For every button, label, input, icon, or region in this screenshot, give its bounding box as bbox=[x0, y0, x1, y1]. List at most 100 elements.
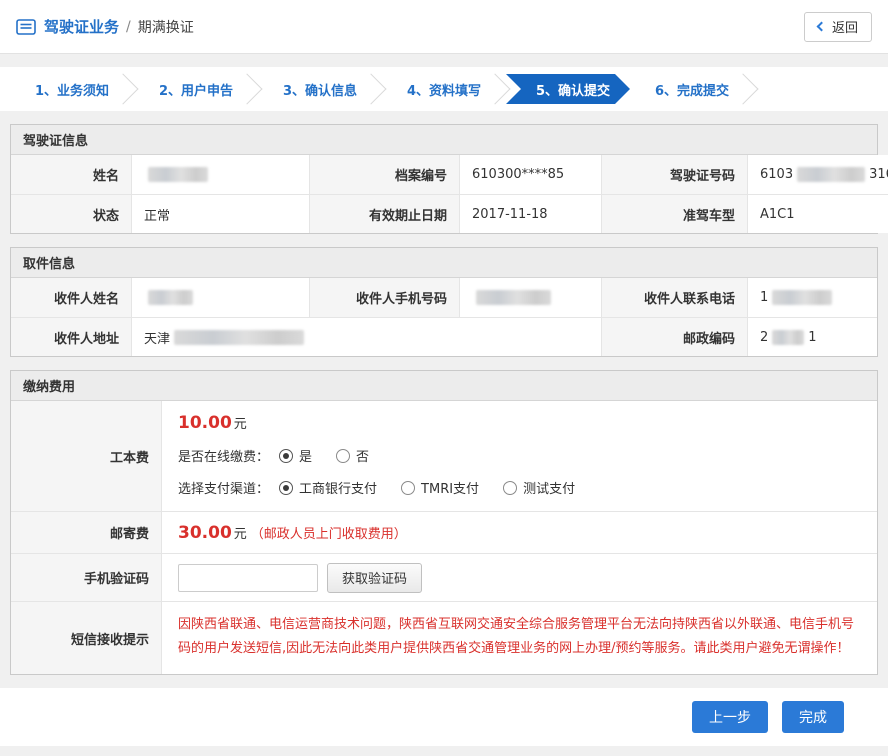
status-label: 状态 bbox=[11, 194, 131, 233]
radio-unchecked-icon bbox=[401, 481, 415, 495]
production-fee-label: 工本费 bbox=[11, 401, 161, 511]
step-label: 1、业务须知 bbox=[35, 80, 109, 99]
breadcrumb-current: 期满换证 bbox=[138, 17, 194, 37]
license-info-section-title: 驾驶证信息 bbox=[11, 125, 877, 155]
channel-test-option[interactable]: 测试支付 bbox=[503, 478, 575, 497]
pay-channel-question: 选择支付渠道： bbox=[178, 478, 269, 497]
recipient-mobile-label: 收件人手机号码 bbox=[309, 278, 459, 317]
fees-section-title: 缴纳费用 bbox=[11, 371, 877, 401]
postcode-suffix: 1 bbox=[808, 330, 816, 345]
vehicle-type-value: A1C1 bbox=[747, 194, 888, 233]
channel-test-label: 测试支付 bbox=[523, 478, 575, 497]
channel-tmri-option[interactable]: TMRI支付 bbox=[401, 478, 479, 497]
address-label: 收件人地址 bbox=[11, 317, 131, 356]
footer-action-bar: 上一步 完成 bbox=[0, 688, 888, 746]
license-no-prefix: 6103 bbox=[760, 167, 793, 182]
recipient-mobile-value bbox=[459, 278, 601, 317]
channel-tmri-label: TMRI支付 bbox=[421, 478, 479, 497]
production-fee-amount: 10.00 bbox=[178, 413, 232, 433]
top-bar: 驾驶证业务 / 期满换证 返回 bbox=[0, 0, 888, 54]
radio-checked-icon bbox=[279, 449, 293, 463]
vehicle-type-label: 准驾车型 bbox=[601, 194, 747, 233]
mail-fee-amount: 30.00 bbox=[178, 523, 232, 543]
redacted-license-no bbox=[797, 167, 865, 182]
expiry-value: 2017-11-18 bbox=[459, 194, 601, 233]
online-pay-no-option[interactable]: 否 bbox=[336, 446, 369, 465]
radio-checked-icon bbox=[279, 481, 293, 495]
license-info-panel: 驾驶证信息 姓名 档案编号 610300****85 驾驶证号码 6103316… bbox=[10, 124, 878, 234]
yuan-unit: 元 bbox=[234, 523, 247, 542]
redacted-recipient-name bbox=[148, 290, 193, 305]
step-label: 2、用户申告 bbox=[159, 80, 233, 99]
redacted-name bbox=[148, 167, 208, 182]
chevron-left-icon bbox=[817, 22, 827, 32]
channel-icbc-option[interactable]: 工商银行支付 bbox=[279, 478, 377, 497]
back-button-label: 返回 bbox=[832, 17, 858, 36]
license-no-suffix: 3163X bbox=[869, 167, 888, 182]
pickup-info-section-title: 取件信息 bbox=[11, 248, 877, 278]
online-pay-yes-option[interactable]: 是 bbox=[279, 446, 312, 465]
online-pay-line: 是否在线缴费： 是 否 bbox=[178, 446, 861, 465]
online-pay-no-label: 否 bbox=[356, 446, 369, 465]
address-prefix: 天津 bbox=[144, 328, 170, 347]
step-label: 6、完成提交 bbox=[655, 80, 729, 99]
previous-step-button[interactable]: 上一步 bbox=[692, 701, 768, 733]
recipient-name-label: 收件人姓名 bbox=[11, 278, 131, 317]
sms-code-label: 手机验证码 bbox=[11, 553, 161, 601]
online-pay-yes-label: 是 bbox=[299, 446, 312, 465]
mail-fee-note: （邮政人员上门收取费用） bbox=[251, 523, 407, 542]
license-info-table: 姓名 档案编号 610300****85 驾驶证号码 61033163X 状态 … bbox=[11, 155, 877, 233]
sms-code-input[interactable] bbox=[178, 564, 318, 592]
recipient-phone-value: 1 bbox=[747, 278, 877, 317]
expiry-label: 有效期止日期 bbox=[309, 194, 459, 233]
radio-unchecked-icon bbox=[336, 449, 350, 463]
online-pay-question: 是否在线缴费： bbox=[178, 446, 269, 465]
step-3-confirm-info[interactable]: 3、确认信息 bbox=[258, 74, 382, 104]
postcode-label: 邮政编码 bbox=[601, 317, 747, 356]
license-business-icon bbox=[16, 19, 36, 35]
production-fee-cell: 10.00元 是否在线缴费： 是 否 选择支付渠道： 工商银行支付 bbox=[161, 401, 877, 511]
license-no-label: 驾驶证号码 bbox=[601, 155, 747, 194]
step-1-business-notice[interactable]: 1、业务须知 bbox=[10, 74, 134, 104]
name-value bbox=[131, 155, 309, 194]
step-4-fill-data[interactable]: 4、资料填写 bbox=[382, 74, 506, 104]
step-5-confirm-submit[interactable]: 5、确认提交 bbox=[506, 74, 630, 104]
file-no-label: 档案编号 bbox=[309, 155, 459, 194]
channel-icbc-label: 工商银行支付 bbox=[299, 478, 377, 497]
redacted-address bbox=[174, 330, 304, 345]
redacted-recipient-mobile bbox=[476, 290, 551, 305]
status-value: 正常 bbox=[131, 194, 309, 233]
fees-panel: 缴纳费用 工本费 10.00元 是否在线缴费： 是 否 选择支付渠道： bbox=[10, 370, 878, 675]
file-no-value: 610300****85 bbox=[459, 155, 601, 194]
breadcrumb-separator: / bbox=[126, 19, 131, 35]
get-code-button[interactable]: 获取验证码 bbox=[327, 563, 422, 593]
yuan-unit: 元 bbox=[234, 417, 247, 432]
back-button[interactable]: 返回 bbox=[804, 12, 872, 42]
postcode-value: 21 bbox=[747, 317, 877, 356]
step-label: 4、资料填写 bbox=[407, 80, 481, 99]
pickup-info-table: 收件人姓名 收件人手机号码 收件人联系电话 1 收件人地址 天津 邮政编码 21 bbox=[11, 278, 877, 356]
pickup-info-panel: 取件信息 收件人姓名 收件人手机号码 收件人联系电话 1 收件人地址 天津 邮政… bbox=[10, 247, 878, 357]
finish-button[interactable]: 完成 bbox=[782, 701, 844, 733]
step-label: 3、确认信息 bbox=[283, 80, 357, 99]
page-title: 驾驶证业务 bbox=[44, 16, 119, 37]
step-wizard: 1、业务须知 2、用户申告 3、确认信息 4、资料填写 5、确认提交 6、完成提… bbox=[0, 67, 888, 111]
production-fee-amount-line: 10.00元 bbox=[178, 413, 861, 433]
step-6-complete-submit[interactable]: 6、完成提交 bbox=[630, 74, 754, 104]
address-value: 天津 bbox=[131, 317, 601, 356]
postcode-prefix: 2 bbox=[760, 330, 768, 345]
fees-table: 工本费 10.00元 是否在线缴费： 是 否 选择支付渠道： bbox=[11, 401, 877, 674]
sms-notice-label: 短信接收提示 bbox=[11, 601, 161, 674]
step-label: 5、确认提交 bbox=[536, 80, 610, 99]
sms-code-cell: 获取验证码 bbox=[161, 553, 877, 601]
redacted-postcode bbox=[772, 330, 804, 345]
name-label: 姓名 bbox=[11, 155, 131, 194]
step-2-user-declaration[interactable]: 2、用户申告 bbox=[134, 74, 258, 104]
recipient-name-value bbox=[131, 278, 309, 317]
pay-channel-line: 选择支付渠道： 工商银行支付 TMRI支付 测试支付 bbox=[178, 478, 861, 497]
redacted-recipient-phone bbox=[772, 290, 832, 305]
recipient-phone-label: 收件人联系电话 bbox=[601, 278, 747, 317]
mail-fee-cell: 30.00元 （邮政人员上门收取费用） bbox=[161, 511, 877, 553]
radio-unchecked-icon bbox=[503, 481, 517, 495]
mail-fee-label: 邮寄费 bbox=[11, 511, 161, 553]
